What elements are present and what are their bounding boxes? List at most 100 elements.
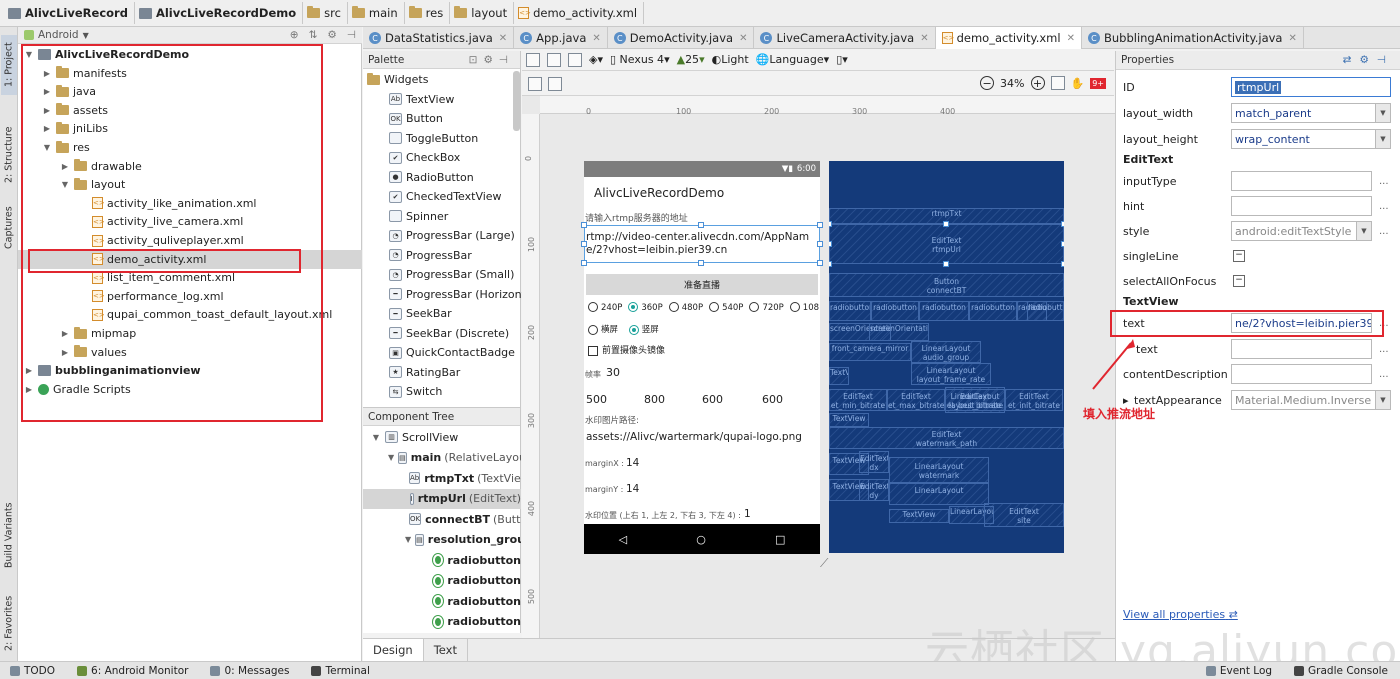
resize-handle[interactable] [581,241,587,247]
checkbox-mirror[interactable] [588,345,598,356]
palette-item[interactable]: ✔ CheckedTextView [363,187,502,207]
tool-tab-captures[interactable]: Captures [1,199,17,257]
component-tree-item[interactable]: radiobutton [363,571,521,591]
pan-hand-icon[interactable]: ✋ [1071,77,1085,90]
blueprint-widget[interactable]: TextView [829,367,849,385]
prop-more-button[interactable]: ... [1379,369,1389,380]
close-icon[interactable]: ✕ [499,33,507,44]
close-icon[interactable]: ✕ [592,33,600,44]
fit-height-icon[interactable] [548,76,562,91]
blueprint-widget[interactable]: EditText watermark_path [829,427,1064,449]
chevron-down-icon[interactable]: ▼ [1356,222,1371,240]
preview-connect-button[interactable]: 准备直播 [586,274,818,295]
tab-text[interactable]: Text [424,639,468,661]
resize-handle[interactable] [817,260,823,266]
prop-more-button[interactable]: ... [1379,176,1389,187]
palette-item[interactable]: Ab TextView [363,90,454,110]
palette-item[interactable]: ━ SeekBar (Discrete) [363,324,509,344]
chevron-down-icon[interactable]: ▼ [83,31,89,40]
position-value[interactable]: 1 [744,508,751,520]
expand-arrow-icon[interactable]: ▼ [405,535,411,544]
resolution-option[interactable]: 540P [709,302,743,313]
palette-item[interactable]: Spinner [363,207,448,227]
prop-input-type-field[interactable] [1231,171,1372,191]
bitrate-best[interactable]: 600 [702,393,723,406]
tool-tab-build-variants[interactable]: Build Variants [1,495,17,575]
collapse-icon[interactable]: ⇅ [309,29,318,41]
radio-resolution[interactable] [789,302,800,312]
breadcrumb-item-file[interactable]: <> demo_activity.xml [514,2,645,24]
blueprint-widget[interactable]: LinearLayout layout_frame_rate [911,363,991,385]
nav-back-icon[interactable]: ◁ [619,533,627,546]
bitrate-max[interactable]: 800 [644,393,665,406]
blueprint-preview[interactable]: rtmpTxt EditText rtmpUrl Button connectBT r… [829,161,1064,553]
prop-content-description-field[interactable] [1231,364,1372,384]
prop-text2-field[interactable] [1231,339,1372,359]
bitrate-min[interactable]: 500 [586,393,607,406]
blueprint-widget[interactable]: EditText et_max_bitrate [887,389,945,411]
prop-hint-field[interactable] [1231,196,1372,216]
language-selector[interactable]: 🌐Language▾ [756,53,830,66]
resize-handle[interactable] [817,241,823,247]
palette-scrollbar[interactable] [513,71,520,131]
component-tree-item[interactable]: OKconnectBT(Button) [363,509,521,529]
theme-rotate-icon[interactable]: ◈▾ [589,53,603,66]
resize-handle[interactable] [829,221,832,227]
breadcrumb-item-project[interactable]: AlivcLiveRecord [4,2,135,24]
radio-portrait[interactable] [628,324,639,335]
component-tree-item[interactable]: radiobutton [363,612,521,632]
gear-icon[interactable]: ⚙ [327,29,336,41]
prop-layout-width-field[interactable]: match_parent ▼ [1231,103,1391,123]
resolution-option[interactable]: 360P [628,302,663,313]
blueprint-widget[interactable]: EditText et_init_bitrate [1005,389,1063,411]
palette-tools-icon[interactable]: ⊡⚙⊣ [469,54,520,66]
editor-tab[interactable]: <> demo_activity.xml ✕ [935,27,1082,49]
blueprint-widget[interactable]: LinearLayout watermark [889,457,989,483]
editor-tab[interactable]: C DemoActivity.java ✕ [608,27,755,49]
radio-resolution[interactable] [749,302,760,312]
resize-handle[interactable] [943,221,949,227]
component-tree-item[interactable]: ▼ ▤main(RelativeLayout) [363,448,521,468]
tool-tab-favorites[interactable]: 2: Favorites [1,592,17,654]
component-tree-item[interactable]: AbrtmpTxt(TextView) [363,468,521,488]
orientation-icon[interactable] [568,52,582,67]
blueprint-widget[interactable]: Button connectBT [829,273,1064,297]
resize-handle[interactable] [698,222,704,228]
device-frame-icon[interactable]: ▯▾ [836,53,848,66]
palette-item[interactable]: ★ RatingBar [363,363,460,383]
api-selector[interactable]: ▲25▾ [677,53,705,66]
blueprint-widget[interactable]: radiobutton5 [1027,301,1064,321]
zoom-to-fit-icon[interactable] [1050,76,1065,90]
device-selector[interactable]: ▯ Nexus 4▾ [610,53,670,66]
resize-handle[interactable] [581,222,587,228]
zoom-out-icon[interactable]: − [980,76,995,90]
resize-handle[interactable] [1061,221,1064,227]
prop-single-line-toggle[interactable]: − [1233,250,1245,262]
radio-resolution[interactable] [668,302,679,312]
blueprint-widget[interactable]: LinearLayout audio_group [911,341,981,363]
resize-corner-icon[interactable]: ⟋ [820,556,828,571]
chevron-down-icon[interactable]: ▼ [1375,130,1390,148]
design-mode-icon[interactable] [526,52,540,67]
tool-gradle-console[interactable]: Gradle Console [1294,665,1388,677]
blueprint-widget[interactable]: TextView [889,509,949,523]
tab-design[interactable]: Design [363,639,424,661]
frame-rate-value[interactable]: 30 [606,366,620,379]
tool-messages[interactable]: 0: Messages [210,665,289,677]
prop-layout-height-field[interactable]: wrap_content ▼ [1231,129,1391,149]
expand-arrow-icon[interactable]: ▼ [388,453,394,462]
prop-text-appearance-field[interactable]: Material.Medium.Inverse ▼ [1231,390,1391,410]
bitrate-init[interactable]: 600 [762,393,783,406]
prop-id-field[interactable]: rtmpUrl [1231,77,1391,97]
resize-handle[interactable] [698,260,704,266]
resize-handle[interactable] [1061,261,1064,267]
palette-item[interactable]: ◔ ProgressBar [363,246,472,266]
radio-resolution[interactable] [588,302,598,312]
hide-icon[interactable]: ⊣ [347,29,356,41]
resolution-option[interactable]: 108 [789,302,819,313]
prop-select-all-toggle[interactable]: − [1233,275,1245,287]
prop-style-field[interactable]: android:editTextStyle ▼ [1231,221,1372,241]
radio-resolution[interactable] [628,302,639,312]
blueprint-widget[interactable]: TextView [829,413,869,427]
palette-item[interactable]: ◔ ProgressBar (Small) [363,265,514,285]
